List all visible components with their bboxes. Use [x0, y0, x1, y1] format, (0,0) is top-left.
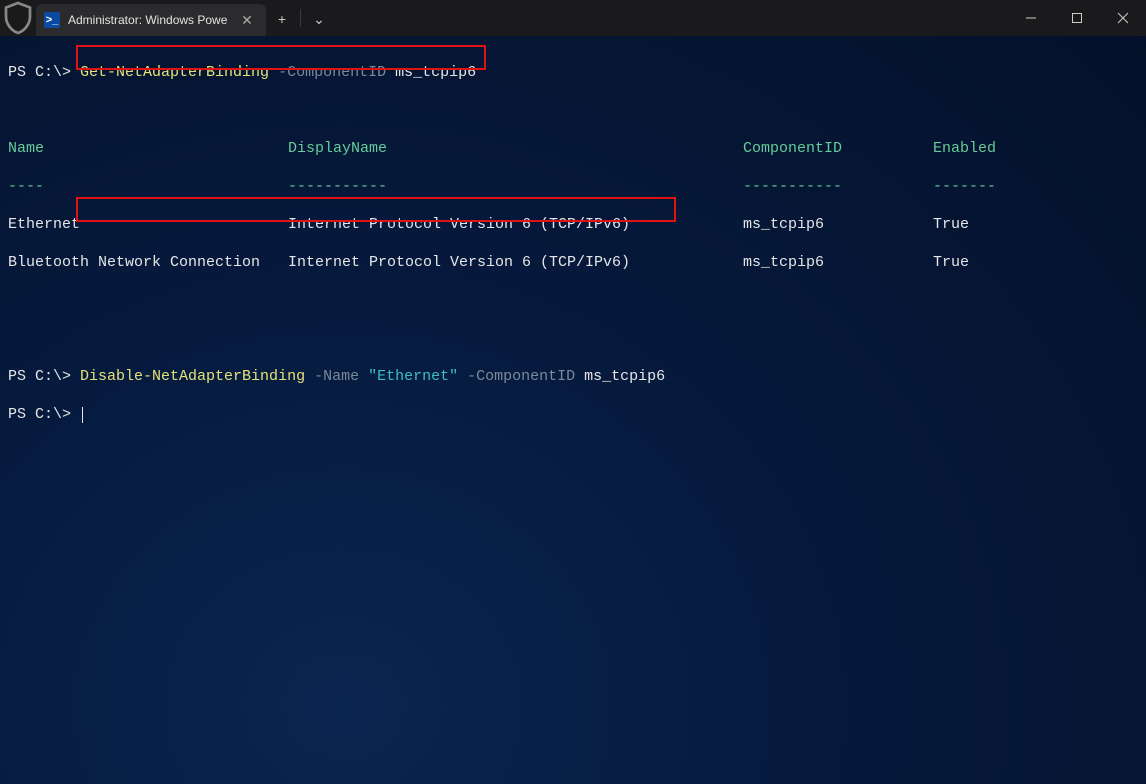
divider: [300, 9, 301, 27]
new-tab-button[interactable]: +: [266, 3, 298, 35]
shield-icon: [0, 0, 36, 36]
col-display: DisplayName: [288, 139, 743, 158]
minimize-button[interactable]: [1008, 0, 1054, 36]
powershell-icon: >_: [44, 12, 60, 28]
close-button[interactable]: [1100, 0, 1146, 36]
col-name: Name: [8, 139, 288, 158]
col-component: ComponentID: [743, 139, 933, 158]
cursor: [82, 407, 83, 423]
tab-close-button[interactable]: ✕: [238, 11, 256, 29]
command-line-2: PS C:\> Disable-NetAdapterBinding -Name …: [8, 367, 1138, 386]
table-row: EthernetInternet Protocol Version 6 (TCP…: [8, 215, 1138, 234]
tab-powershell[interactable]: >_ Administrator: Windows Powe ✕: [36, 4, 266, 36]
table-row: Bluetooth Network ConnectionInternet Pro…: [8, 253, 1138, 272]
tab-title: Administrator: Windows Powe: [68, 13, 230, 27]
terminal-area[interactable]: PS C:\> Get-NetAdapterBinding -Component…: [0, 36, 1146, 451]
command-line-1: PS C:\> Get-NetAdapterBinding -Component…: [8, 63, 1138, 82]
tab-dropdown-button[interactable]: ⌄: [303, 3, 335, 35]
table-underline-row: ---------------------------------: [8, 177, 1138, 196]
title-bar: >_ Administrator: Windows Powe ✕ + ⌄: [0, 0, 1146, 36]
table-header-row: NameDisplayNameComponentIDEnabled: [8, 139, 1138, 158]
col-enabled: Enabled: [933, 140, 996, 157]
maximize-button[interactable]: [1054, 0, 1100, 36]
prompt-line-empty: PS C:\>: [8, 405, 1138, 424]
terminal-container: PS C:\> Get-NetAdapterBinding -Component…: [0, 36, 1146, 451]
